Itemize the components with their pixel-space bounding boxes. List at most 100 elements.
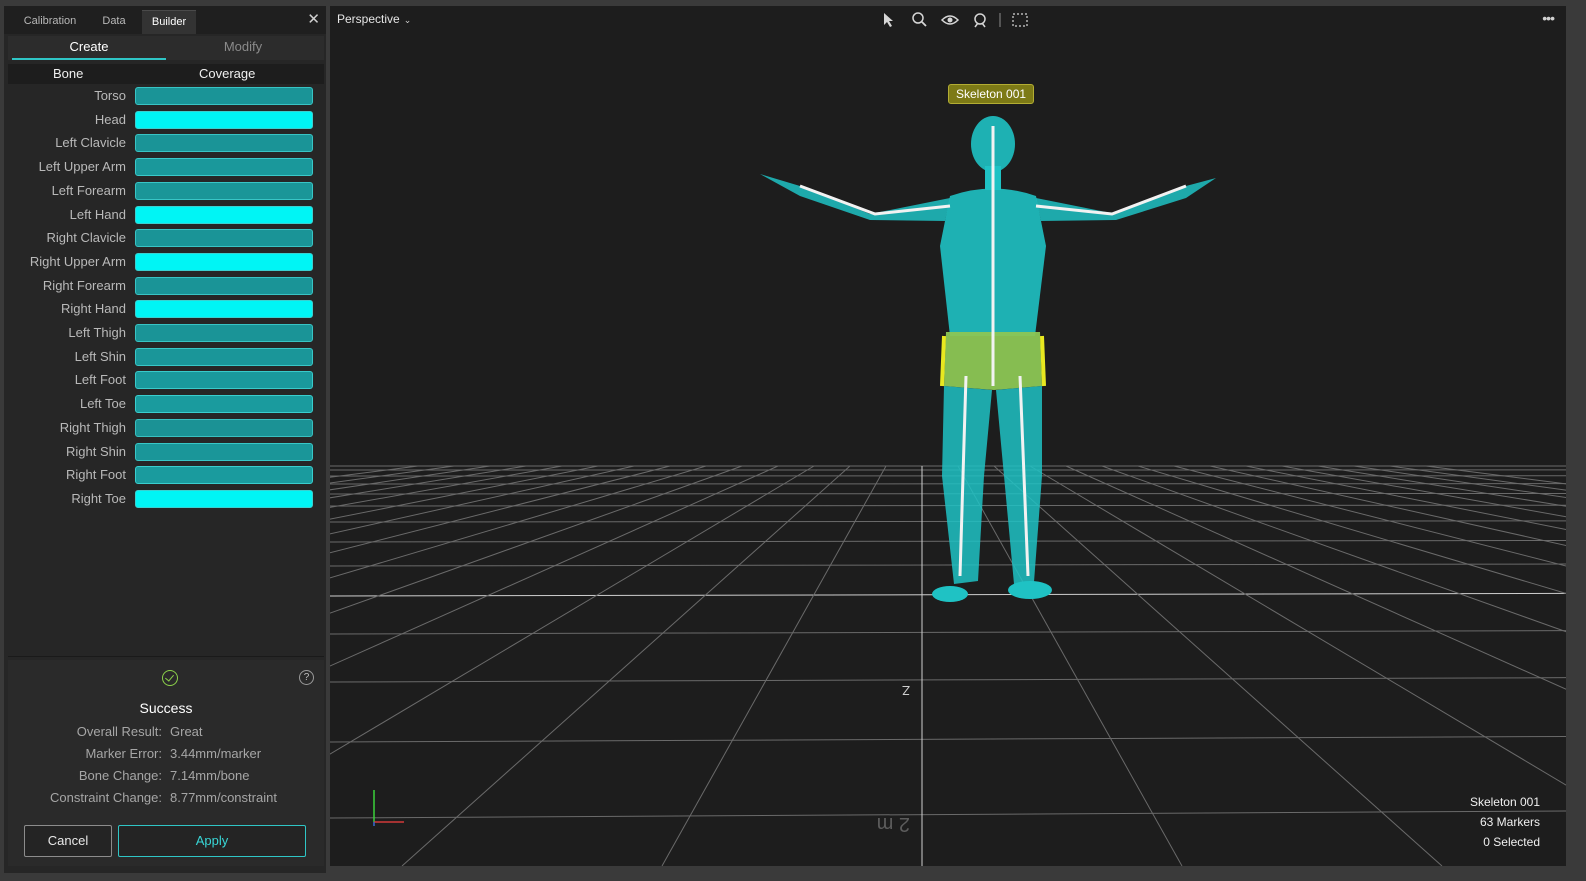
cancel-button[interactable]: Cancel (24, 825, 112, 857)
perspective-dropdown[interactable]: Perspective ⌄ (337, 12, 411, 26)
coverage-bar (135, 181, 313, 200)
column-coverage: Coverage (199, 66, 256, 81)
coverage-bar (135, 229, 313, 248)
bone-row[interactable]: Right Clavicle (8, 228, 324, 250)
tab-data[interactable]: Data (90, 10, 138, 34)
bone-label: Right Forearm (42, 277, 126, 293)
bone-label: Left Upper Arm (38, 159, 126, 175)
result-status: Success (139, 700, 193, 716)
close-icon[interactable]: ✕ (307, 10, 320, 28)
grid-line (401, 465, 851, 866)
info-skeleton-name: Skeleton 001 (1469, 795, 1540, 809)
apply-button[interactable]: Apply (118, 825, 306, 857)
bone-row[interactable]: Left Clavicle (8, 133, 324, 155)
bone-row[interactable]: Torso (8, 86, 324, 108)
grid-line (330, 465, 815, 755)
bone-row[interactable]: Left Hand (8, 205, 324, 227)
bone-row[interactable]: Right Thigh (8, 418, 324, 440)
bone-row[interactable]: Left Toe (8, 394, 324, 416)
bone-label: Right Hand (60, 301, 126, 317)
result-key: Bone Change: (78, 768, 162, 783)
grid-line (330, 465, 743, 614)
builder-panel: Calibration Data Builder ✕ Create Modify… (4, 6, 326, 873)
success-check-icon (162, 670, 178, 686)
coverage-bar (135, 489, 313, 508)
coverage-bar (135, 252, 313, 271)
subtab-create[interactable]: Create (12, 36, 166, 60)
bone-row[interactable]: Head (8, 110, 324, 132)
bone-label: Left Hand (69, 206, 126, 222)
coverage-bar (135, 276, 313, 295)
bone-label: Right Toe (71, 490, 126, 506)
bone-label: Right Clavicle (46, 230, 126, 246)
result-value: 7.14mm/bone (170, 768, 250, 783)
divider (8, 656, 324, 657)
bone-row[interactable]: Right Toe (8, 489, 324, 511)
bone-label: Head (94, 111, 126, 127)
zoom-icon[interactable] (910, 11, 930, 29)
result-value: Great (170, 724, 203, 739)
coverage-bar (135, 371, 313, 390)
scene-canvas: 2 m Z (330, 116, 1566, 866)
coverage-bar (135, 87, 313, 105)
bone-row[interactable]: Right Shin (8, 442, 324, 464)
tab-calibration[interactable]: Calibration (14, 10, 86, 34)
grid-line (330, 465, 671, 554)
result-key: Marker Error: (85, 746, 162, 761)
result-key: Overall Result: (76, 724, 162, 739)
grid-line (330, 465, 779, 667)
view-mode-label: Perspective (337, 12, 400, 26)
bone-row[interactable]: Left Foot (8, 370, 324, 392)
skeleton-model[interactable] (760, 116, 1216, 602)
bone-row[interactable]: Left Shin (8, 347, 324, 369)
bone-row[interactable]: Right Forearm (8, 276, 324, 298)
coverage-bar (135, 205, 313, 224)
bone-table-header: Bone Coverage (8, 64, 324, 84)
bone-label: Right Shin (66, 443, 126, 459)
grid-distance-label: 2 m (877, 813, 910, 835)
help-icon[interactable]: ? (299, 670, 314, 685)
bone-row[interactable]: Right Hand (8, 299, 324, 321)
coverage-bar (135, 395, 313, 414)
bone-row[interactable]: Left Upper Arm (8, 157, 324, 179)
chevron-down-icon: ⌄ (403, 15, 412, 25)
bone-row[interactable]: Left Forearm (8, 181, 324, 203)
grid-line (330, 630, 1566, 635)
tab-builder[interactable]: Builder (142, 10, 196, 34)
subtab-modify[interactable]: Modify (166, 36, 320, 60)
axis-z-label: Z (902, 683, 910, 698)
coverage-bar (135, 466, 313, 485)
bone-label: Left Toe (79, 396, 126, 412)
result-value: 8.77mm/constraint (170, 790, 277, 805)
eye-icon[interactable] (940, 11, 960, 29)
coverage-bar (135, 347, 313, 366)
bone-label: Left Clavicle (55, 135, 126, 151)
toolbar-divider (999, 13, 1001, 27)
selection-box-icon[interactable] (1010, 11, 1030, 29)
coverage-bar (135, 300, 313, 319)
coverage-bar (135, 134, 313, 153)
grid-line (330, 465, 635, 535)
coverage-bar (135, 442, 313, 461)
column-bone: Bone (53, 66, 84, 81)
bone-label: Left Foot (74, 372, 126, 388)
bone-label: Torso (94, 88, 126, 103)
3d-viewport[interactable]: 2 m Z Perspective ⌄ ••• Skeleton 001 Ske… (330, 6, 1566, 866)
coverage-bar (135, 324, 313, 342)
result-row: Overall Result: Great (8, 724, 324, 744)
bone-row[interactable]: Right Upper Arm (8, 252, 324, 274)
more-options-icon[interactable]: ••• (1542, 10, 1555, 26)
grid-line (661, 465, 887, 866)
bone-row[interactable]: Left Thigh (8, 323, 324, 345)
grid-line (330, 465, 491, 491)
bone-label: Right Foot (66, 467, 126, 483)
camera-icon[interactable] (970, 11, 990, 29)
bone-row[interactable]: Right Foot (8, 465, 324, 487)
result-row: Constraint Change: 8.77mm/constraint (8, 790, 324, 810)
skeleton-name-tag: Skeleton 001 (948, 84, 1035, 104)
info-marker-count: 63 Markers (1479, 815, 1540, 829)
axis-gizmo (373, 790, 404, 826)
select-cursor-icon[interactable] (880, 11, 900, 29)
bone-label: Left Forearm (51, 182, 126, 198)
coverage-bar (135, 418, 313, 437)
